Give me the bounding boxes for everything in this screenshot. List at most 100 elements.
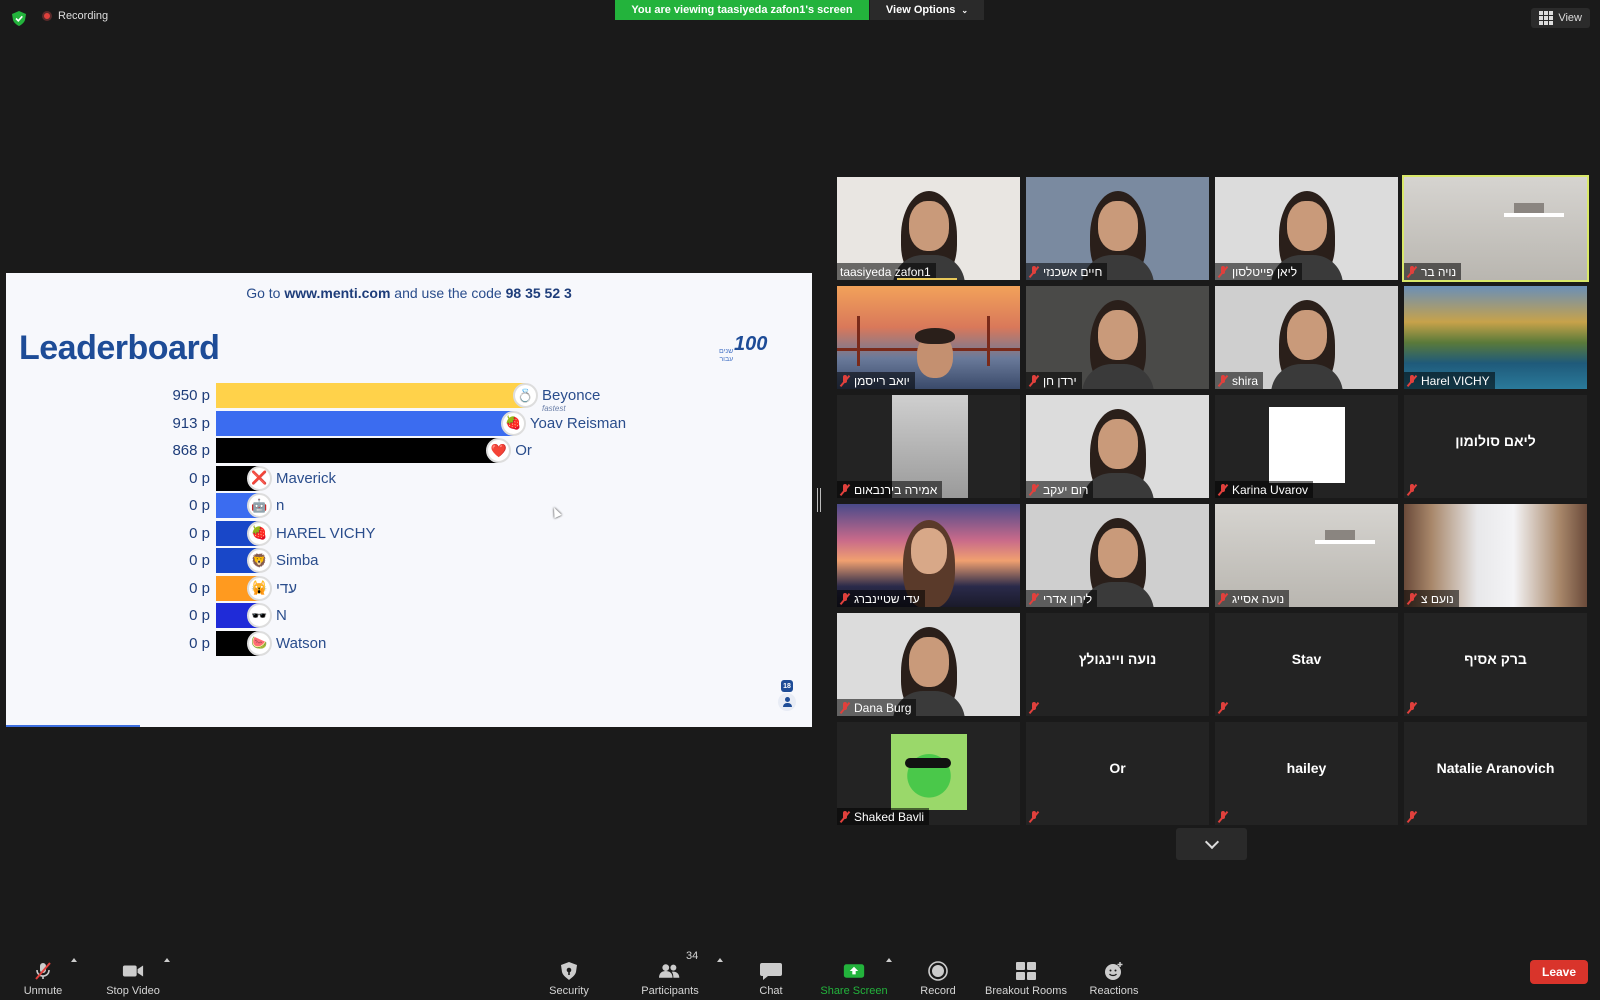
participant-tile[interactable]: ירדן חן: [1026, 286, 1209, 389]
leave-meeting-button[interactable]: Leave: [1530, 960, 1588, 984]
chat-button[interactable]: Chat: [755, 947, 787, 997]
menti-site: www.menti.com: [284, 285, 391, 301]
participant-tile[interactable]: hailey: [1215, 722, 1398, 825]
leaderboard-bar: [216, 410, 514, 436]
share-screen-label: Share Screen: [820, 985, 888, 997]
record-label: Record: [920, 985, 956, 997]
breakout-rooms-button[interactable]: Breakout Rooms: [982, 947, 1070, 997]
leaderboard-avatar-icon: 💍: [513, 383, 538, 408]
leaderboard-avatar-icon: 🍉: [247, 630, 272, 656]
participant-tile[interactable]: ליאם סולומון: [1404, 395, 1587, 498]
zoom-meeting-window: Recording You are viewing taasiyeda zafo…: [0, 0, 1600, 1000]
leaderboard-row: 0 p 🍓 HAREL VICHY: [6, 520, 812, 546]
participant-tile[interactable]: Natalie Aranovich: [1404, 722, 1587, 825]
leaderboard-name: Beyonce: [542, 387, 601, 404]
microphone-muted-icon: [1029, 265, 1039, 278]
record-button[interactable]: Record: [918, 947, 958, 997]
participant-tile[interactable]: Karina Uvarov: [1215, 395, 1398, 498]
security-shield-icon[interactable]: [12, 11, 26, 26]
participant-name-display: ברק אסיף: [1464, 651, 1527, 667]
participants-icon: [659, 961, 681, 981]
participant-label: [1215, 699, 1233, 716]
leaderboard-row: 0 p 🕶️ N: [6, 603, 812, 628]
participant-tile[interactable]: נועם צ: [1404, 504, 1587, 607]
leaderboard-score: 0 p: [189, 469, 210, 487]
leaderboard-name: n: [276, 497, 285, 514]
stop-video-label: Stop Video: [106, 985, 160, 997]
participant-tile[interactable]: נויה בר: [1402, 175, 1589, 282]
microphone-muted-icon: [1407, 265, 1417, 278]
participant-tile[interactable]: יואב רייסמן: [837, 286, 1020, 389]
participant-tile[interactable]: אמירה בירנבאום: [837, 395, 1020, 498]
leaderboard-row: 950 p 💍 Beyonce fastest: [6, 383, 812, 413]
participant-tile[interactable]: Or: [1026, 722, 1209, 825]
participants-options-caret-icon[interactable]: [717, 958, 723, 962]
security-button[interactable]: Security: [548, 947, 590, 997]
microphone-muted-icon: [1407, 701, 1417, 714]
participant-tile[interactable]: ברק אסיף: [1404, 613, 1587, 716]
gallery-next-page-button[interactable]: [1176, 828, 1247, 860]
participant-tile[interactable]: עדי שטיינברג: [837, 504, 1020, 607]
participant-tile[interactable]: shira: [1215, 286, 1398, 389]
participant-tile[interactable]: נועה אסייג: [1215, 504, 1398, 607]
participant-label: נועם צ: [1404, 590, 1459, 607]
participant-tile[interactable]: ליאן פייטלסון: [1215, 177, 1398, 280]
participant-label: נועה אסייג: [1215, 590, 1290, 607]
reactions-label: Reactions: [1089, 985, 1139, 997]
unmute-button[interactable]: Unmute: [21, 947, 65, 997]
view-layout-button[interactable]: View: [1531, 8, 1590, 28]
microphone-muted-icon: [1029, 701, 1039, 714]
participant-tile[interactable]: Dana Burg: [837, 613, 1020, 716]
video-options-caret-icon[interactable]: [164, 958, 170, 962]
view-options-button[interactable]: View Options ⌄: [870, 0, 984, 20]
participant-tile[interactable]: Shaked Bavli: [837, 722, 1020, 825]
leaderboard-name: Maverick: [276, 469, 337, 487]
participant-label: Harel VICHY: [1404, 372, 1495, 389]
share-screen-button[interactable]: Share Screen: [819, 947, 889, 997]
menti-code: 98 35 52 3: [505, 285, 572, 301]
participant-label: חיים אשכנזי: [1026, 263, 1108, 280]
participants-label: Participants: [641, 985, 699, 997]
split-view-handle[interactable]: [817, 488, 821, 512]
participant-name: ליאן פייטלסון: [1232, 264, 1298, 279]
reactions-button[interactable]: Reactions: [1088, 947, 1140, 997]
recording-indicator[interactable]: Recording: [42, 10, 108, 22]
leaderboard-avatar-icon: ❌: [247, 465, 272, 491]
participant-tile[interactable]: Stav: [1215, 613, 1398, 716]
participant-tile[interactable]: Harel VICHY: [1404, 286, 1587, 389]
code-mid: and use the code: [394, 285, 502, 301]
leaderboard-score: 0 p: [189, 497, 210, 514]
breakout-rooms-icon: [1015, 961, 1037, 981]
leaderboard-avatar-icon: ❤️: [486, 438, 512, 463]
leaderboard-row: 0 p ❌ Maverick: [6, 465, 812, 491]
microphone-muted-icon: [1029, 483, 1039, 496]
participant-name: Harel VICHY: [1421, 373, 1490, 388]
unmute-label: Unmute: [23, 985, 63, 997]
chevron-down-icon: ⌄: [961, 5, 969, 15]
microphone-muted-icon: [840, 483, 850, 496]
code-prefix: Go to: [246, 285, 281, 301]
share-options-caret-icon[interactable]: [886, 958, 892, 962]
audio-options-caret-icon[interactable]: [71, 958, 77, 962]
leaderboard-title: Leaderboard: [19, 329, 220, 367]
slide-progress-bar: [6, 725, 140, 727]
participant-label: Dana Burg: [837, 699, 917, 716]
microphone-muted-icon: [1218, 374, 1228, 387]
participant-label: ירדן חן: [1026, 372, 1082, 389]
participant-tile[interactable]: לירון אדרי: [1026, 504, 1209, 607]
stop-video-button[interactable]: Stop Video: [103, 947, 163, 997]
participant-label: [1026, 808, 1044, 825]
leaderboard-name: Watson: [276, 634, 327, 652]
share-screen-icon: [843, 961, 865, 981]
participant-tile[interactable]: taasiyeda zafon1: [837, 177, 1020, 280]
participant-name: חיים אשכנזי: [1043, 264, 1103, 279]
participant-name: Dana Burg: [854, 700, 912, 715]
shared-screen[interactable]: Go to www.menti.com and use the code 98 …: [6, 273, 812, 727]
chat-label: Chat: [759, 985, 783, 997]
participant-tile[interactable]: נועה ויינגולץ: [1026, 613, 1209, 716]
participant-tile[interactable]: חיים אשכנזי: [1026, 177, 1209, 280]
participant-tile[interactable]: רום יעקב: [1026, 395, 1209, 498]
participant-name: עדי שטיינברג: [854, 591, 920, 606]
participant-label: Shaked Bavli: [837, 808, 930, 825]
leaderboard-name: עדי: [276, 579, 297, 597]
